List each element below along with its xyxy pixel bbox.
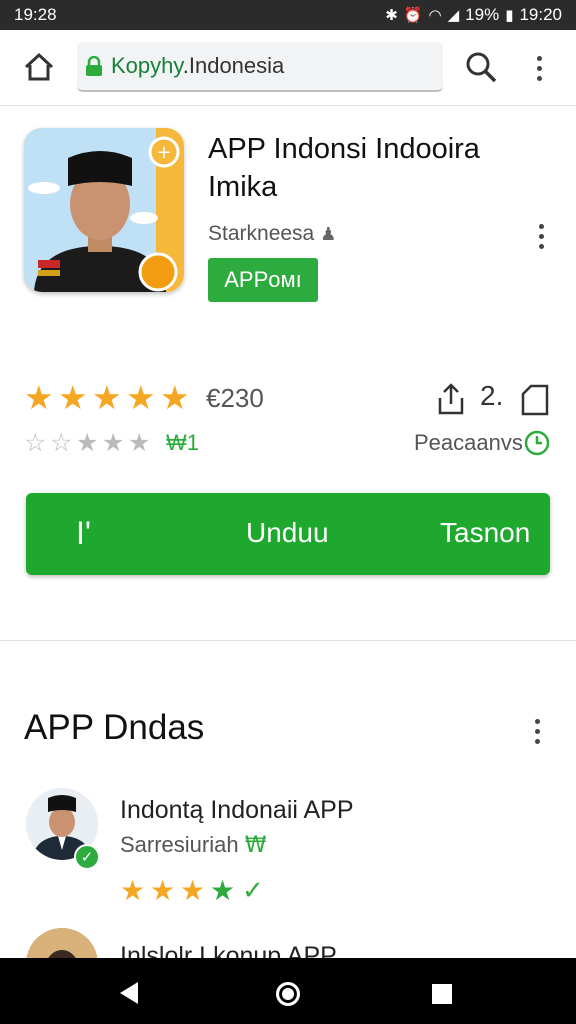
share-icon[interactable] [436, 382, 466, 416]
install-label: Unduu [246, 517, 329, 548]
battery-icon: ▮ [505, 6, 514, 24]
list-item-subtitle: Sarresiuriah ₩ [120, 832, 267, 858]
star-icon: ★ [120, 874, 146, 907]
star-green-icon: ★ [210, 874, 236, 907]
status-icons: ✱ ⏰ ◠ ◢ 19% ▮ 19:20 [385, 5, 562, 25]
recents-icon[interactable] [432, 984, 452, 1004]
star-outline-icon: ☆ [50, 428, 73, 457]
verified-developer-icon: ♟ [320, 224, 337, 245]
rating-count: €230 [206, 382, 264, 413]
content-rating-label: Peacaanvs [414, 430, 523, 455]
lock-icon [86, 56, 102, 76]
star-grey-icon: ★ [128, 428, 151, 457]
status-bar: 19:28 ✱ ⏰ ◠ ◢ 19% ▮ 19:20 [0, 0, 576, 30]
document-icon [521, 384, 549, 416]
verified-icon: ✓ [74, 844, 100, 870]
star-icon: ★ [92, 378, 122, 417]
status-time: 19:28 [14, 5, 57, 24]
browser-menu-icon[interactable] [526, 52, 552, 84]
list-item-title[interactable]: Indontą Indonaii APP [120, 796, 354, 825]
browser-toolbar: Kopyhy.Indonesia [0, 30, 576, 106]
signal-icon: ◢ [447, 6, 460, 24]
app-size: 2. [480, 380, 504, 411]
section-divider [0, 640, 576, 641]
address-bar[interactable]: Kopyhy.Indonesia [77, 42, 443, 92]
star-outline-icon: ☆ [24, 428, 47, 457]
star-icon: ★ [180, 874, 206, 907]
url-text: Kopyhy.Indonesia [111, 53, 285, 78]
install-button[interactable]: I' Unduu Tasnon [26, 493, 550, 575]
install-right-label: Tasnon [440, 517, 531, 548]
bluetooth-icon: ✱ [385, 6, 398, 24]
section-menu-icon[interactable] [524, 714, 550, 748]
star-icon: ★ [24, 378, 54, 417]
install-left-label: I' [76, 515, 91, 551]
home-icon[interactable] [22, 50, 56, 84]
svg-text:+: + [156, 142, 171, 163]
star-grey-icon: ★ [102, 428, 125, 457]
app-icon: + [24, 128, 184, 292]
back-icon[interactable] [120, 982, 138, 1004]
wifi-icon: ◠ [428, 6, 442, 24]
app-menu-icon[interactable] [528, 222, 554, 250]
search-icon[interactable] [464, 50, 498, 84]
app-title: APP Indonsi Indooira Imika [208, 133, 480, 203]
home-button-icon[interactable] [276, 982, 300, 1006]
star-grey-icon: ★ [76, 428, 99, 457]
section-title: APP Dndas [24, 708, 205, 747]
star-icon: ★ [160, 378, 190, 417]
secondary-rating: ☆ ☆ ★ ★ ★ ₩1 [24, 428, 199, 457]
alarm-icon: ⏰ [403, 6, 423, 24]
app-badge: APPoмı [208, 258, 318, 302]
star-icon: ★ [126, 378, 156, 417]
list-item-rating: ★ ★ ★ ★ ✓ [120, 874, 264, 907]
clock-icon [524, 430, 550, 456]
developer-name[interactable]: Starkneesa ♟ [208, 222, 336, 246]
system-nav-bar [0, 958, 576, 1024]
check-icon: ✓ [242, 875, 264, 906]
star-icon: ★ [150, 874, 176, 907]
battery-percent: 19% [465, 5, 500, 24]
star-icon: ★ [58, 378, 88, 417]
secondary-value: ₩1 [166, 429, 199, 455]
rating-stars: ★ ★ ★ ★ ★ €230 [24, 380, 264, 416]
status-time-right: 19:20 [519, 5, 562, 24]
